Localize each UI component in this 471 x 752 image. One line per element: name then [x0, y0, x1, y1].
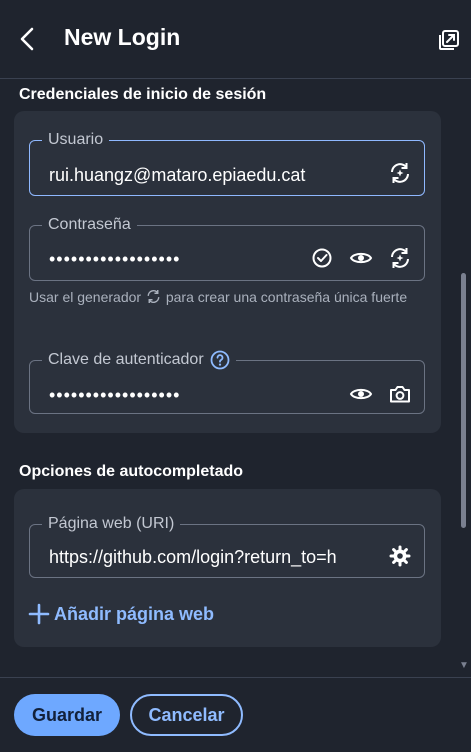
authenticator-key-input[interactable]: •••••••••••••••••• [49, 385, 309, 406]
scroll-down-arrow[interactable]: ▼ [459, 660, 469, 671]
credentials-card: Usuario rui.huangz@mataro.epiaedu.cat Co… [14, 111, 441, 433]
gear-icon [389, 545, 411, 567]
add-website-label: Añadir página web [54, 603, 215, 624]
generate-password-button[interactable] [387, 245, 413, 271]
password-input[interactable]: •••••••••••••••••• [49, 249, 309, 270]
eye-icon [349, 252, 373, 264]
uri-label: Página web (URI) [48, 515, 175, 532]
credentials-section-title: Credenciales de inicio de sesión [19, 86, 267, 103]
popout-button[interactable] [437, 28, 461, 52]
check-password-button[interactable] [309, 245, 335, 271]
uri-input[interactable]: https://github.com/login?return_to=h [49, 547, 372, 568]
helper-prefix: Usar el generador [29, 289, 142, 305]
username-label: Usuario [48, 131, 104, 148]
footer: Guardar Cancelar [0, 677, 471, 752]
scroll-content[interactable]: Credenciales de inicio de sesión Usuario… [0, 79, 471, 677]
chevron-left-icon [20, 27, 34, 51]
save-button[interactable]: Guardar [14, 694, 120, 736]
popout-icon [439, 30, 459, 50]
help-icon[interactable] [210, 350, 230, 370]
toggle-totp-visibility-button[interactable] [348, 381, 374, 407]
password-label: Contraseña [48, 216, 131, 233]
authenticator-key-label: Clave de autenticador [42, 350, 236, 370]
username-field[interactable]: Usuario rui.huangz@mataro.epiaedu.cat [29, 132, 425, 196]
scan-qr-button[interactable] [387, 381, 413, 407]
regenerate-icon [147, 289, 160, 304]
autofill-section-title: Opciones de autocompletado [19, 463, 244, 480]
generate-username-button[interactable] [387, 160, 413, 186]
page-title: New Login [64, 24, 181, 50]
header: New Login [0, 0, 471, 79]
uri-field[interactable]: Página web (URI) https://github.com/logi… [29, 516, 425, 578]
regenerate-icon [391, 248, 409, 268]
uri-options-button[interactable] [387, 543, 413, 569]
password-field[interactable]: Contraseña •••••••••••••••••• [29, 217, 425, 281]
check-circle-icon [312, 248, 332, 268]
authenticator-key-field[interactable]: Clave de autenticador •••••••••••••••••• [29, 350, 425, 414]
helper-suffix: para crear una contraseña única fuerte [165, 289, 408, 305]
eye-icon [349, 388, 373, 400]
password-helper-text: Usar el generador para crear una contras… [29, 287, 429, 307]
cancel-button[interactable]: Cancelar [130, 694, 243, 736]
back-button[interactable] [16, 26, 40, 52]
autofill-card: Página web (URI) https://github.com/logi… [14, 489, 441, 647]
toggle-password-visibility-button[interactable] [348, 245, 374, 271]
add-website-button[interactable]: Añadir página web [28, 603, 214, 625]
plus-icon [28, 603, 50, 625]
camera-icon [390, 386, 410, 403]
regenerate-icon [391, 163, 409, 183]
username-input[interactable]: rui.huangz@mataro.epiaedu.cat [49, 165, 379, 186]
scrollbar-thumb[interactable] [461, 273, 466, 528]
